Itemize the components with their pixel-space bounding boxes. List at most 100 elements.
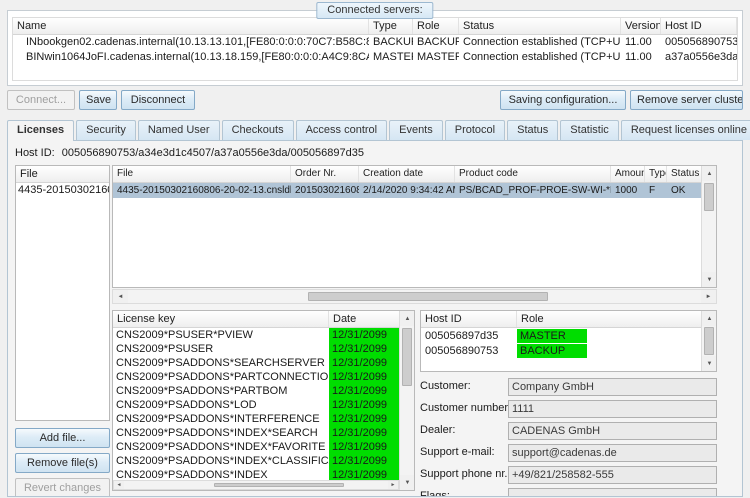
host-role-row[interactable]: 005056890753 BACKUP: [421, 343, 716, 358]
host-id-value: 005056890753/a34e3d1c4507/a37a0556e3da/0…: [61, 147, 364, 159]
add-file-button[interactable]: Add file...: [15, 428, 110, 448]
license-key-cell: CNS2009*PSADDONS*INDEX: [116, 469, 268, 480]
column-header-role[interactable]: Role: [413, 18, 459, 34]
scrollbar-track[interactable]: [128, 290, 701, 303]
license-manager-window: { "connected_servers": { "title": "Conne…: [0, 0, 750, 498]
role-cell: BACKUP: [517, 343, 587, 358]
tab-named-user[interactable]: Named User: [137, 120, 220, 140]
scroll-up-icon[interactable]: ▲: [702, 166, 716, 181]
host-role-vertical-scrollbar[interactable]: ▲ ▼: [701, 311, 716, 371]
customer-number-input[interactable]: [508, 400, 717, 418]
creation-date-cell: 2/14/2020 9:34:42 AM: [363, 185, 455, 196]
column-header-type[interactable]: Type: [369, 18, 413, 34]
license-key-cell: CNS2009*PSADDONS*INDEX*CLASSIFICATION: [116, 455, 329, 467]
selected-file-row[interactable]: 4435-20150302160806-20-02-13.cnsldb 2015…: [113, 183, 716, 198]
column-header-role[interactable]: Role: [517, 311, 716, 327]
scrollbar-track[interactable]: [702, 326, 716, 356]
tab-access-control[interactable]: Access control: [295, 120, 388, 140]
server-host-id-cell: 005056890753/a34e3...: [665, 36, 737, 48]
column-header-host-id[interactable]: Host ID: [661, 18, 737, 34]
file-list-item[interactable]: 4435-201503021608...: [16, 183, 109, 198]
license-key-row[interactable]: CNS2009*PSADDONS*LOD 12/31/2099: [113, 398, 399, 412]
tab-request-licenses-online[interactable]: Request licenses online: [620, 120, 750, 140]
scrollbar-track[interactable]: [124, 481, 388, 489]
license-key-row[interactable]: CNS2009*PSADDONS*INDEX*CLASSIFICATION 12…: [113, 454, 399, 468]
server-version-cell: 11.00: [625, 36, 652, 48]
license-key-cell: CNS2009*PSADDONS*PARTCONNECTION: [116, 371, 329, 383]
license-key-row[interactable]: CNS2009*PSADDONS*INDEX*SEARCH 12/31/2099: [113, 426, 399, 440]
support-email-input[interactable]: [508, 444, 717, 462]
tab-protocol[interactable]: Protocol: [444, 120, 506, 140]
column-header-order-nr[interactable]: Order Nr.: [291, 166, 359, 182]
scroll-right-icon[interactable]: ►: [701, 290, 716, 303]
column-header-name[interactable]: Name: [13, 18, 369, 34]
scroll-right-icon[interactable]: ►: [388, 481, 398, 489]
scrollbar-track[interactable]: [702, 181, 716, 272]
scrollbar-thumb[interactable]: [402, 328, 412, 386]
amount-cell: 1000: [615, 185, 638, 196]
scroll-up-icon[interactable]: ▲: [400, 311, 414, 326]
license-date-cell: 12/31/2099: [329, 370, 399, 384]
column-header-creation-date[interactable]: Creation date: [359, 166, 455, 182]
file-list-header[interactable]: File: [16, 166, 109, 183]
column-header-version[interactable]: Version: [621, 18, 661, 34]
tab-bar: Licenses Security Named User Checkouts A…: [7, 119, 750, 141]
license-key-row[interactable]: CNS2009*PSADDONS*SEARCHSERVER 12/31/2099: [113, 356, 399, 370]
file-table-header: File Order Nr. Creation date Product cod…: [113, 166, 716, 183]
scroll-left-icon[interactable]: ◄: [114, 481, 124, 489]
support-phone-input[interactable]: [508, 466, 717, 484]
license-key-horizontal-scrollbar[interactable]: ◄ ►: [113, 480, 399, 490]
remove-files-button[interactable]: Remove file(s): [15, 453, 110, 473]
scrollbar-thumb[interactable]: [214, 483, 344, 487]
column-header-license-key[interactable]: License key: [113, 311, 329, 327]
revert-changes-button[interactable]: Revert changes: [15, 478, 110, 496]
tab-licenses[interactable]: Licenses: [7, 120, 75, 141]
column-header-host-id[interactable]: Host ID: [421, 311, 517, 327]
license-key-row[interactable]: CNS2009*PSADDONS*PARTBOM 12/31/2099: [113, 384, 399, 398]
license-key-row[interactable]: CNS2009*PSADDONS*INDEX 12/31/2099: [113, 468, 399, 480]
scroll-down-icon[interactable]: ▼: [702, 272, 716, 287]
tab-events[interactable]: Events: [389, 120, 443, 140]
license-key-list[interactable]: CNS2009*PSUSER*PVIEW 12/31/2099 CNS2009*…: [113, 328, 399, 480]
tab-status[interactable]: Status: [507, 120, 559, 140]
remove-server-cluster-button[interactable]: Remove server cluster: [630, 90, 743, 110]
server-type-cell: BACKUP: [373, 36, 413, 48]
scrollbar-thumb[interactable]: [704, 183, 714, 211]
license-key-row[interactable]: CNS2009*PSUSER 12/31/2099: [113, 342, 399, 356]
saving-configuration-button[interactable]: Saving configuration...: [500, 90, 626, 110]
column-header-status[interactable]: Status: [459, 18, 621, 34]
tab-security[interactable]: Security: [76, 120, 136, 140]
scrollbar-thumb[interactable]: [704, 327, 714, 355]
column-header-file[interactable]: File: [113, 166, 291, 182]
scroll-left-icon[interactable]: ◄: [113, 290, 128, 303]
column-header-product-code[interactable]: Product code: [455, 166, 611, 182]
connect-button[interactable]: Connect...: [7, 90, 75, 110]
server-row[interactable]: INbookgen02.cadenas.internal(10.13.13.10…: [13, 35, 737, 50]
connected-servers-title: Connected servers:: [316, 2, 434, 19]
tab-checkouts[interactable]: Checkouts: [221, 120, 294, 140]
server-row[interactable]: BINwin1064JoFI.cadenas.internal(10.13.18…: [13, 50, 737, 65]
host-role-row[interactable]: 005056897d35 MASTER: [421, 328, 716, 343]
file-table-horizontal-scrollbar[interactable]: ◄ ►: [112, 289, 717, 304]
license-key-vertical-scrollbar[interactable]: ▲ ▼: [399, 311, 414, 490]
save-button[interactable]: Save: [79, 90, 117, 110]
license-key-row[interactable]: CNS2009*PSADDONS*INTERFERENCE 12/31/2099: [113, 412, 399, 426]
tab-statistic[interactable]: Statistic: [560, 120, 619, 140]
license-key-row[interactable]: CNS2009*PSUSER*PVIEW 12/31/2099: [113, 328, 399, 342]
license-key-row[interactable]: CNS2009*PSADDONS*PARTCONNECTION 12/31/20…: [113, 370, 399, 384]
license-key-cell: CNS2009*PSUSER*PVIEW: [116, 329, 253, 341]
column-header-amount[interactable]: Amount: [611, 166, 645, 182]
scroll-up-icon[interactable]: ▲: [702, 311, 716, 326]
scrollbar-thumb[interactable]: [308, 292, 548, 301]
scroll-down-icon[interactable]: ▼: [702, 356, 716, 371]
column-header-type[interactable]: Type: [645, 166, 667, 182]
file-table-vertical-scrollbar[interactable]: ▲ ▼: [701, 166, 716, 287]
customer-input[interactable]: [508, 378, 717, 396]
license-key-table: License key Date CNS2009*PSUSER*PVIEW 12…: [112, 310, 415, 491]
license-key-row[interactable]: CNS2009*PSADDONS*INDEX*FAVORITE 12/31/20…: [113, 440, 399, 454]
dealer-input[interactable]: [508, 422, 717, 440]
scrollbar-track[interactable]: [400, 326, 414, 475]
disconnect-button[interactable]: Disconnect: [121, 90, 195, 110]
scroll-down-icon[interactable]: ▼: [400, 475, 414, 490]
flags-input[interactable]: [508, 488, 717, 496]
